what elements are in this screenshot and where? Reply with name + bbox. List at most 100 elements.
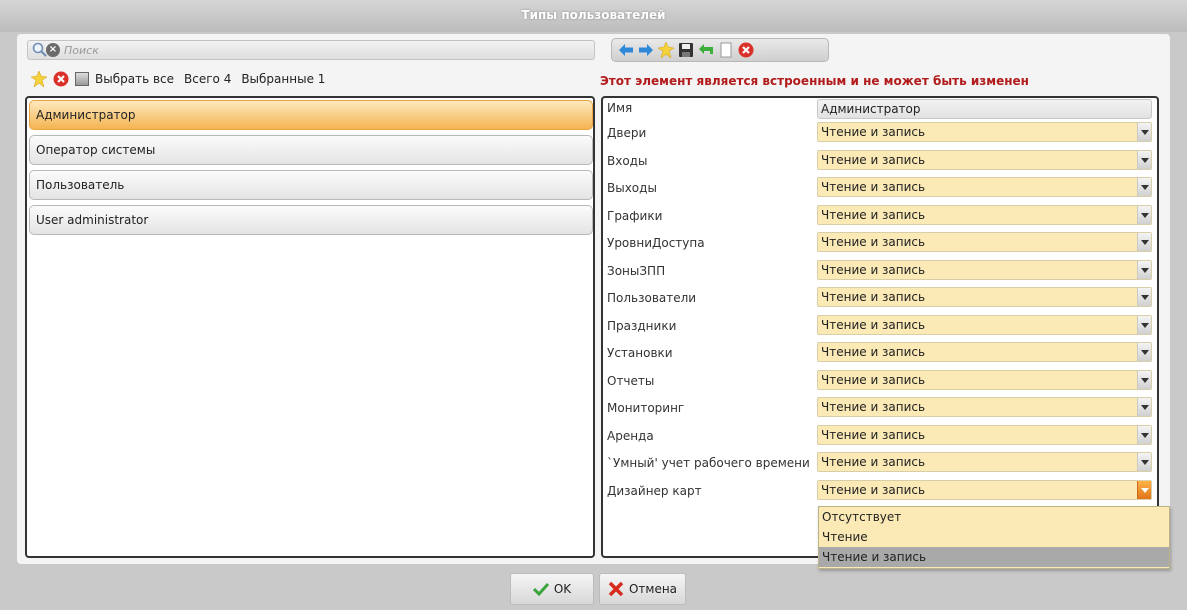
property-row: `Умный' учет рабочего времени Чтение и з… (603, 451, 1157, 478)
chevron-down-icon[interactable] (1137, 150, 1151, 169)
property-label: Установки (607, 346, 673, 360)
dialog-body: × Выбрать все Всего 4 Выбранные 1 Админи… (17, 34, 1170, 569)
property-label: Аренда (607, 428, 654, 443)
chevron-down-icon[interactable] (1137, 370, 1151, 389)
property-row: Аренда Чтение и запись (603, 424, 1157, 451)
search-input[interactable] (64, 42, 584, 58)
select-all-checkbox[interactable] (75, 72, 89, 86)
property-row: Отчеты Чтение и запись (603, 369, 1157, 396)
permission-value: Чтение и запись (821, 125, 926, 139)
total-count: Всего 4 (184, 72, 232, 86)
permission-select[interactable]: Чтение и запись (817, 149, 1152, 170)
new-item-icon[interactable] (31, 71, 47, 87)
window-title: Типы пользователей (0, 0, 1187, 32)
arrow-left-icon[interactable] (618, 42, 634, 58)
chevron-down-icon[interactable] (1137, 178, 1151, 196)
permission-select[interactable]: Чтение и запись (817, 397, 1152, 417)
permission-select[interactable]: Чтение и запись (817, 287, 1152, 307)
list-item[interactable]: User administrator (29, 205, 593, 235)
permission-select[interactable]: Чтение и запись (817, 314, 1152, 335)
permission-select[interactable]: Чтение и запись (817, 369, 1152, 390)
delete-icon[interactable] (738, 42, 754, 58)
permission-value: Чтение и запись (821, 152, 926, 167)
permission-value: Чтение и запись (821, 180, 926, 194)
chevron-down-icon[interactable] (1137, 260, 1151, 279)
cancel-label: Отмена (628, 582, 678, 596)
property-label: Двери (607, 126, 647, 140)
builtin-warning: Этот элемент является встроенным и не мо… (600, 74, 1029, 88)
property-row: Графики Чтение и запись (603, 204, 1157, 231)
ok-label: OK (553, 582, 572, 596)
dropdown-option[interactable]: Отсутствует (819, 507, 1169, 527)
permission-value: Чтение и запись (821, 290, 926, 304)
permission-select[interactable]: Чтение и запись (817, 177, 1152, 197)
ok-button[interactable]: OK (510, 573, 594, 605)
property-label: ЗоныЗПП (607, 263, 666, 278)
property-label: УровниДоступа (607, 236, 705, 250)
permission-value: Чтение и запись (821, 207, 926, 222)
chevron-down-icon[interactable] (1137, 315, 1151, 334)
permission-select[interactable]: Чтение и запись (817, 342, 1152, 362)
property-row: УровниДоступа Чтение и запись (603, 231, 1157, 258)
chevron-down-icon[interactable] (1137, 398, 1151, 416)
select-all-label[interactable]: Выбрать все (95, 72, 174, 86)
cancel-button[interactable]: Отмена (599, 573, 686, 605)
permission-select[interactable]: Чтение и запись (817, 452, 1152, 472)
name-field[interactable]: Администратор (817, 99, 1152, 119)
permission-value: Чтение и запись (821, 482, 926, 497)
chevron-down-icon[interactable] (1137, 288, 1151, 306)
permission-select[interactable]: Чтение и запись (817, 424, 1152, 445)
permission-select[interactable]: Чтение и запись (817, 259, 1152, 280)
chevron-down-icon[interactable] (1137, 205, 1151, 224)
chevron-down-icon[interactable] (1137, 233, 1151, 251)
permission-select[interactable]: Чтение и запись (817, 204, 1152, 225)
chevron-down-icon[interactable] (1137, 480, 1151, 499)
permission-value: Чтение и запись (821, 345, 926, 359)
property-row: Праздники Чтение и запись (603, 314, 1157, 341)
selected-count: Выбранные 1 (241, 72, 326, 86)
copy-icon[interactable] (718, 42, 734, 58)
permission-value: Чтение и запись (821, 427, 926, 442)
properties-panel: Имя Администратор Двери Чтение и запись … (601, 96, 1159, 558)
editor-toolbar (611, 38, 829, 62)
permission-select[interactable]: Чтение и запись (817, 122, 1152, 142)
property-label: Отчеты (607, 373, 655, 388)
arrow-right-icon[interactable] (638, 42, 654, 58)
property-label: Графики (607, 208, 663, 223)
permission-select[interactable]: Чтение и запись (817, 232, 1152, 252)
permission-select[interactable]: Чтение и запись (817, 479, 1152, 500)
list-item[interactable]: Пользователь (29, 170, 593, 200)
property-label: Дизайнер карт (607, 483, 702, 498)
property-row: Выходы Чтение и запись (603, 176, 1157, 203)
permission-value: Чтение и запись (821, 400, 926, 414)
search-box[interactable]: × (27, 40, 595, 60)
user-types-list: Администратор Оператор системы Пользоват… (25, 96, 595, 558)
permission-value: Чтение и запись (821, 317, 926, 332)
permission-value: Чтение и запись (821, 455, 926, 469)
property-row: Мониторинг Чтение и запись (603, 396, 1157, 423)
list-item[interactable]: Оператор системы (29, 135, 593, 165)
property-label: Имя (607, 101, 633, 115)
save-icon[interactable] (678, 42, 694, 58)
permission-value: Чтение и запись (821, 372, 926, 387)
chevron-down-icon[interactable] (1137, 425, 1151, 444)
list-item[interactable]: Администратор (29, 100, 593, 130)
chevron-down-icon[interactable] (1137, 123, 1151, 141)
undo-icon[interactable] (698, 42, 714, 58)
dropdown-option[interactable]: Чтение (819, 527, 1169, 547)
chevron-down-icon[interactable] (1137, 343, 1151, 361)
dropdown-option[interactable]: Чтение и запись (819, 547, 1169, 567)
clear-search-icon[interactable]: × (46, 43, 60, 57)
property-label: Пользователи (607, 291, 697, 305)
checkmark-icon (532, 582, 549, 596)
property-row: Входы Чтение и запись (603, 149, 1157, 176)
chevron-down-icon[interactable] (1137, 453, 1151, 471)
property-row: Установки Чтение и запись (603, 341, 1157, 368)
new-item-icon[interactable] (658, 42, 674, 58)
list-toolbar: Выбрать все Всего 4 Выбранные 1 (31, 68, 329, 90)
delete-icon[interactable] (53, 71, 69, 87)
close-icon (608, 581, 624, 597)
property-label: Выходы (607, 181, 657, 195)
property-label: Мониторинг (607, 401, 685, 415)
property-row: ЗоныЗПП Чтение и запись (603, 259, 1157, 286)
